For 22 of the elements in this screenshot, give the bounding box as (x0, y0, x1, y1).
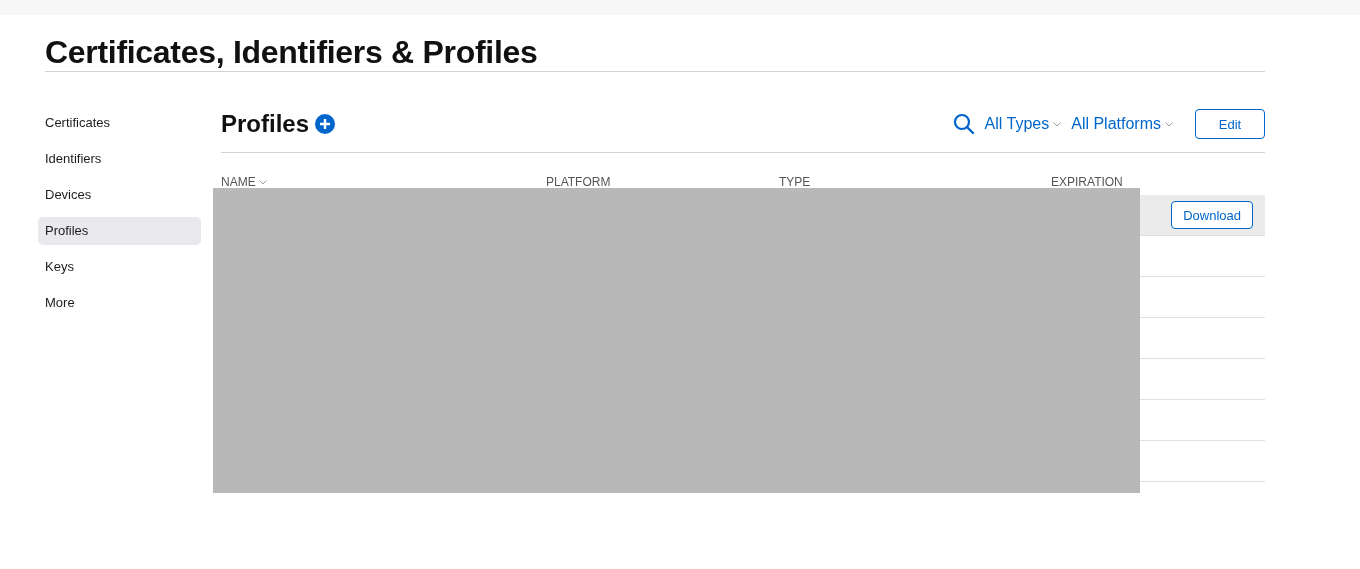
section-title: Profiles (221, 110, 310, 138)
add-icon[interactable] (315, 114, 336, 134)
filter-dropdown[interactable]: All Types (984, 115, 1062, 133)
chevron-down-icon (1053, 121, 1062, 127)
chevron-down-icon (258, 179, 267, 185)
chevron-down-icon (1165, 121, 1173, 127)
sidebar-item[interactable]: Keys (38, 253, 201, 281)
filter-dropdown[interactable]: All Platforms (1071, 115, 1173, 133)
search-icon[interactable] (952, 113, 975, 135)
sidebar-item[interactable]: Profiles (38, 217, 201, 245)
sidebar-item[interactable]: More (38, 289, 201, 317)
column-header[interactable]: TYPE (779, 175, 1051, 189)
sidebar-item[interactable]: Devices (38, 181, 201, 209)
column-header[interactable]: NAME (221, 175, 546, 189)
sidebar-item[interactable]: Certificates (38, 109, 201, 137)
download-button[interactable]: Download (1171, 201, 1253, 229)
edit-button[interactable]: Edit (1195, 109, 1265, 139)
column-header[interactable]: PLATFORM (546, 175, 779, 189)
column-header[interactable]: EXPIRATION (1051, 175, 1265, 189)
table-row[interactable]: Download (1140, 195, 1265, 236)
sidebar-item[interactable]: Identifiers (38, 145, 201, 173)
page-title: Certificates, Identifiers & Profiles (45, 33, 539, 71)
